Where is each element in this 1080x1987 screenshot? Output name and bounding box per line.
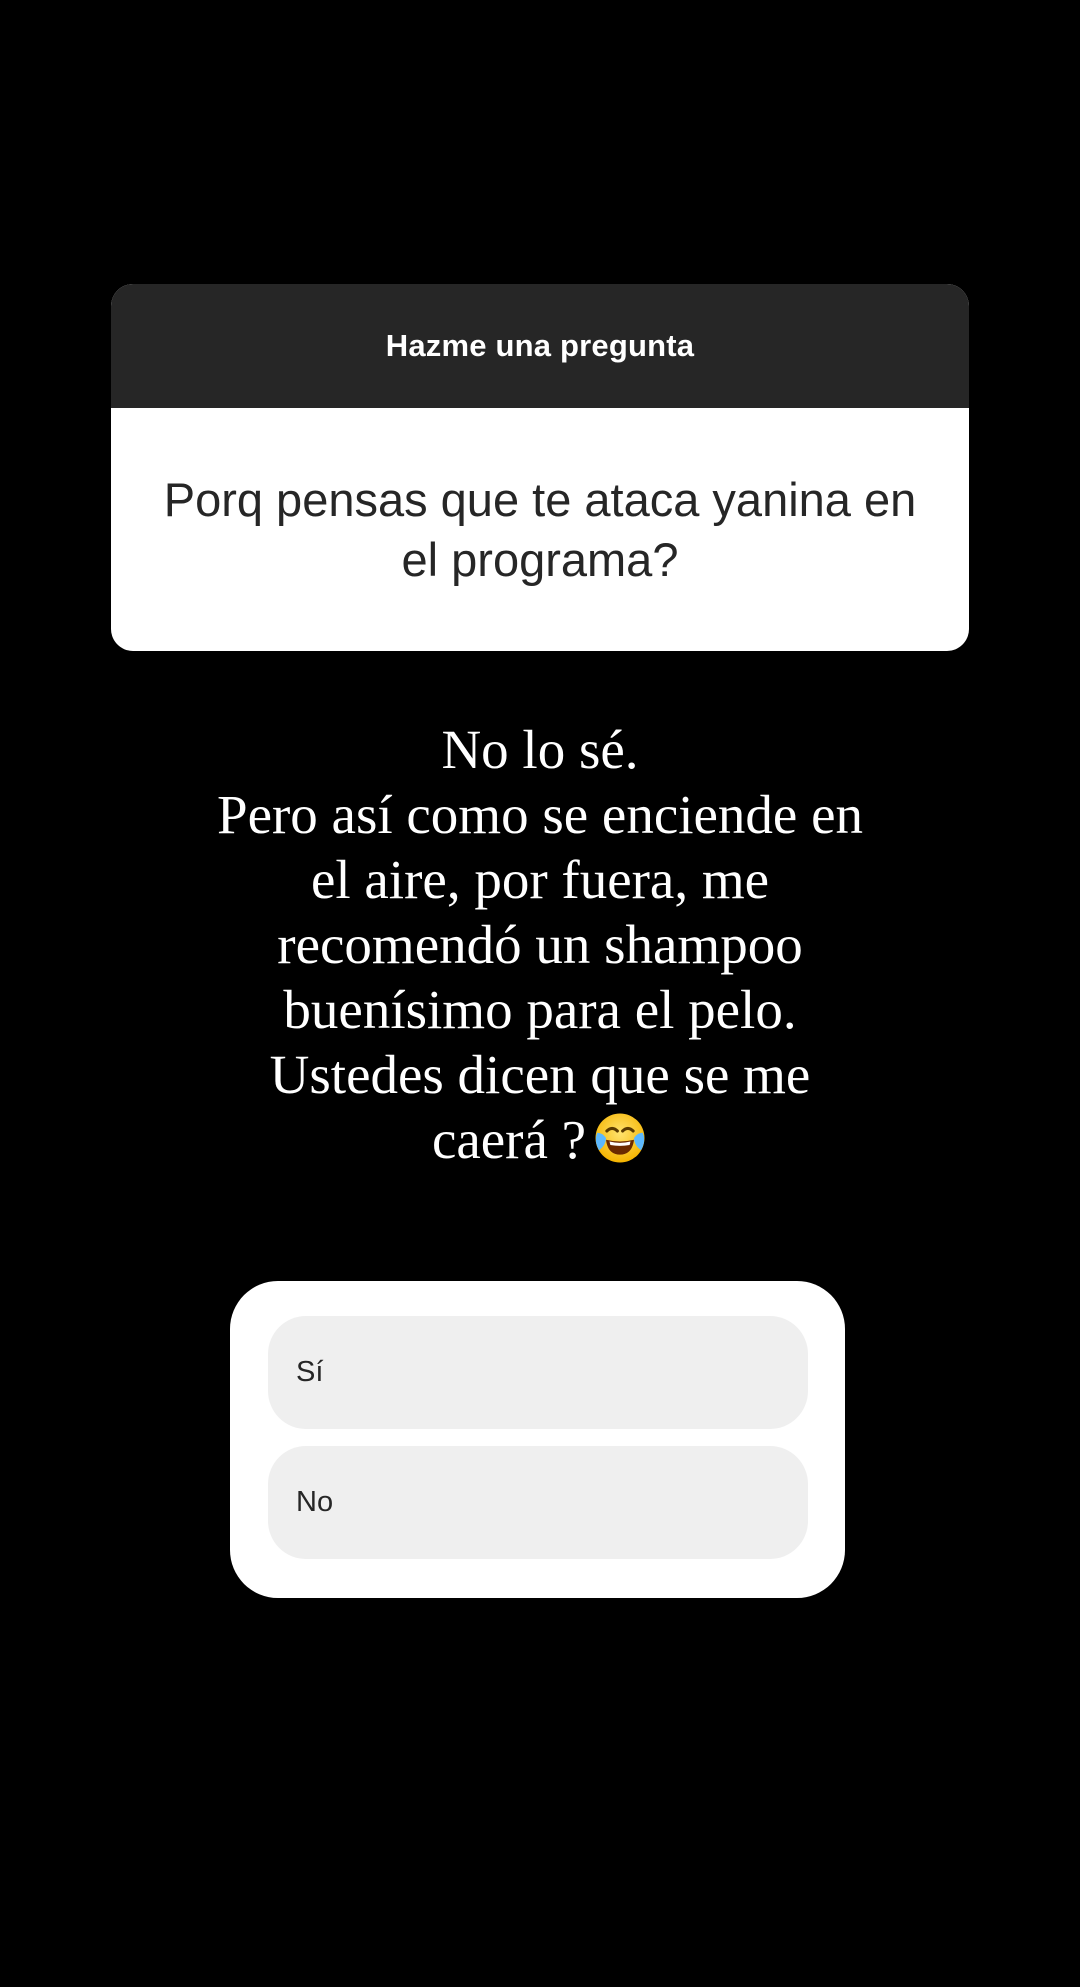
poll-sticker: Sí No xyxy=(230,1281,845,1598)
question-text: Porq pensas que te ataca yanina en el pr… xyxy=(163,472,917,586)
question-sticker-body: Porq pensas que te ataca yanina en el pr… xyxy=(111,408,969,651)
poll-option-si[interactable]: Sí xyxy=(268,1316,808,1429)
face-with-tears-of-joy-icon xyxy=(595,1113,645,1163)
question-sticker-title: Hazme una pregunta xyxy=(385,328,695,363)
answer-text-block: No lo sé. Pero así como se enciende en e… xyxy=(140,717,940,1172)
poll-option-label: No xyxy=(296,1486,334,1518)
answer-text: No lo sé. Pero así como se enciende en e… xyxy=(216,719,863,1170)
poll-option-no[interactable]: No xyxy=(268,1446,808,1559)
question-sticker[interactable]: Hazme una pregunta Porq pensas que te at… xyxy=(111,284,969,651)
question-sticker-header: Hazme una pregunta xyxy=(111,284,969,408)
poll-option-label: Sí xyxy=(296,1356,324,1388)
